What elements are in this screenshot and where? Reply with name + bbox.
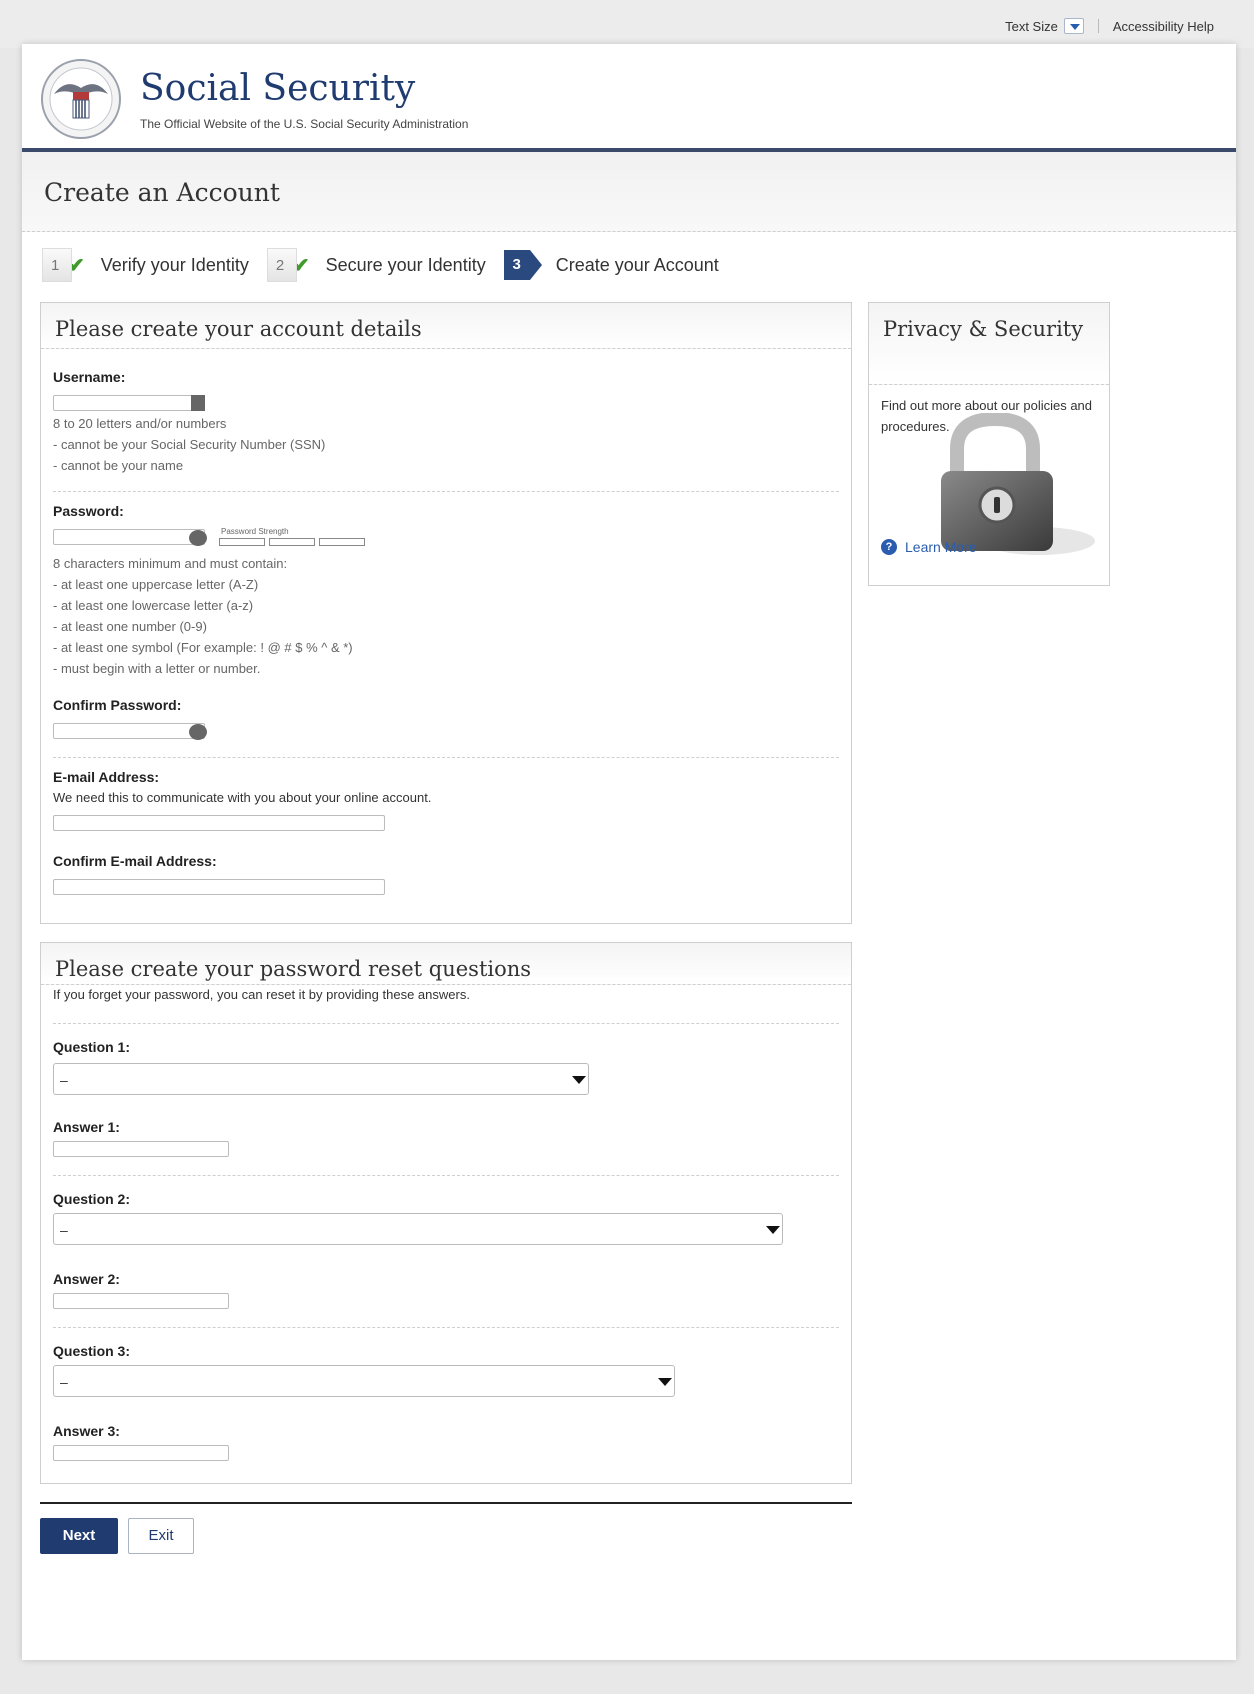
question-3-select[interactable]: – xyxy=(53,1365,675,1397)
divider xyxy=(53,757,839,758)
learn-more-label: Learn More xyxy=(905,539,977,555)
chevron-down-icon xyxy=(658,1378,672,1386)
current-step-badge: 3 xyxy=(503,250,542,280)
reset-questions-panel: Please create your password reset questi… xyxy=(40,942,852,1484)
step-label: Verify your Identity xyxy=(100,254,249,275)
utility-divider xyxy=(1097,19,1099,33)
question-2-selected: – xyxy=(60,1222,68,1238)
password-label: Password: xyxy=(53,503,124,519)
question-2-label: Question 2: xyxy=(53,1191,131,1207)
password-input[interactable] xyxy=(53,529,205,545)
chevron-down-icon xyxy=(766,1226,780,1234)
password-strength-bar xyxy=(219,538,265,546)
progress-steps: 1 ✔ Verify your Identity 2 ✔ Secure your… xyxy=(42,248,737,282)
site-subtitle: The Official Website of the U.S. Social … xyxy=(140,117,469,131)
confirm-password-label: Confirm Password: xyxy=(53,697,182,713)
email-input[interactable] xyxy=(53,815,385,831)
confirm-password-indicator-icon xyxy=(189,724,207,740)
step-verify-identity: 1 ✔ Verify your Identity xyxy=(42,248,249,282)
password-strength-bar xyxy=(269,538,315,546)
privacy-security-body: Find out more about our policies and pro… xyxy=(881,398,1093,434)
step-number-tab: 2 xyxy=(266,248,307,282)
question-1-label: Question 1: xyxy=(53,1039,131,1055)
next-button[interactable]: Next xyxy=(40,1518,118,1554)
divider xyxy=(53,1023,839,1024)
account-details-panel: Please create your account details Usern… xyxy=(40,302,852,924)
page-title-band: Create an Account xyxy=(22,152,1236,232)
confirm-email-label: Confirm E-mail Address: xyxy=(53,853,217,869)
answer-1-input[interactable] xyxy=(53,1141,229,1157)
divider xyxy=(53,1175,839,1176)
step-label: Create your Account xyxy=(555,254,719,275)
text-size-label[interactable]: Text Size xyxy=(1005,19,1058,34)
question-3-selected: – xyxy=(60,1374,68,1390)
question-1-selected: – xyxy=(60,1072,68,1088)
step-label: Secure your Identity xyxy=(325,254,486,275)
step-number-tab: 1 xyxy=(42,248,82,282)
help-icon: ? xyxy=(881,539,897,555)
answer-3-label: Answer 3: xyxy=(53,1423,120,1439)
reset-questions-heading: Please create your password reset questi… xyxy=(41,943,851,985)
question-2-select[interactable]: – xyxy=(53,1213,783,1245)
username-label: Username: xyxy=(53,369,126,385)
utility-links: Text Size Accessibility Help xyxy=(1005,18,1214,34)
password-strength-bar xyxy=(319,538,365,546)
step-secure-identity: 2 ✔ Secure your Identity xyxy=(266,248,486,282)
footer-divider xyxy=(40,1502,852,1504)
answer-1-label: Answer 1: xyxy=(53,1119,120,1135)
reset-questions-subheading: If you forget your password, you can res… xyxy=(53,987,470,1002)
page-title: Create an Account xyxy=(44,178,280,207)
divider xyxy=(53,1327,839,1328)
site-title[interactable]: Social Security xyxy=(140,68,415,109)
email-hint: We need this to communicate with you abo… xyxy=(53,790,432,805)
username-input[interactable] xyxy=(53,395,205,411)
username-hint: 8 to 20 letters and/or numbers - cannot … xyxy=(53,416,326,473)
step-create-account: 3 Create your Account xyxy=(503,250,719,280)
ssa-seal-logo[interactable] xyxy=(40,58,122,140)
confirm-password-input[interactable] xyxy=(53,723,205,739)
answer-2-input[interactable] xyxy=(53,1293,229,1309)
password-hint: 8 characters minimum and must contain: -… xyxy=(53,556,353,676)
divider xyxy=(53,491,839,492)
question-1-select[interactable]: – xyxy=(53,1063,589,1095)
privacy-security-heading: Privacy & Security xyxy=(869,303,1109,385)
accessibility-help-link[interactable]: Accessibility Help xyxy=(1113,19,1214,34)
password-indicator-icon xyxy=(189,530,207,546)
site-header: Social Security The Official Website of … xyxy=(22,44,1236,152)
answer-3-input[interactable] xyxy=(53,1445,229,1461)
exit-button[interactable]: Exit xyxy=(128,1518,194,1554)
question-3-label: Question 3: xyxy=(53,1343,131,1359)
top-utility-bar: Text Size Accessibility Help xyxy=(0,0,1254,48)
password-strength-label: Password Strength xyxy=(221,527,289,536)
page-container: Social Security The Official Website of … xyxy=(22,44,1236,1660)
email-label: E-mail Address: xyxy=(53,769,160,785)
account-details-heading: Please create your account details xyxy=(41,303,851,349)
chevron-down-icon xyxy=(572,1076,586,1084)
answer-2-label: Answer 2: xyxy=(53,1271,120,1287)
text-size-dropdown-icon[interactable] xyxy=(1063,18,1084,34)
learn-more-link[interactable]: ? Learn More xyxy=(881,539,977,555)
privacy-security-panel: Privacy & Security Find out more about o… xyxy=(868,302,1110,586)
username-indicator-icon xyxy=(191,395,205,411)
confirm-email-input[interactable] xyxy=(53,879,385,895)
